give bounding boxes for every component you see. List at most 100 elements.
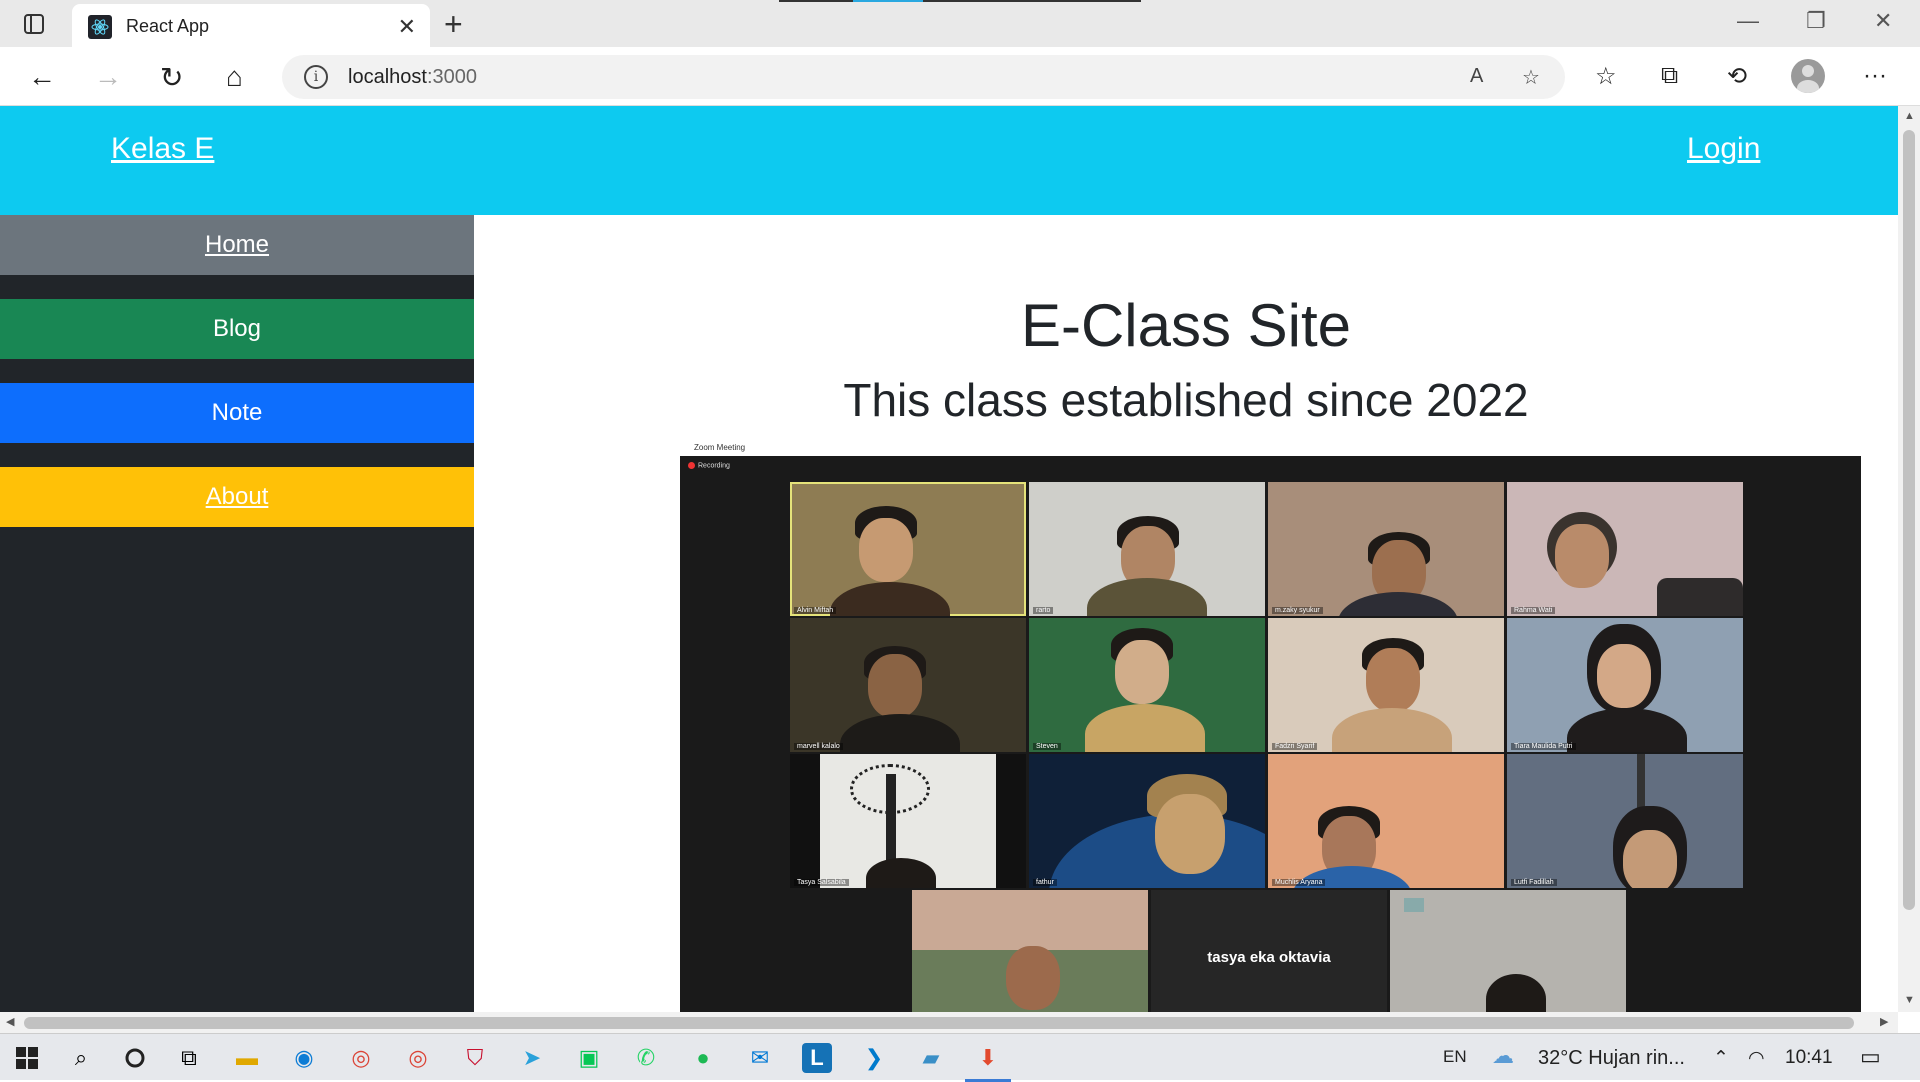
scroll-up-icon[interactable]: ▲ bbox=[1904, 110, 1915, 122]
refresh-icon[interactable]: ↻ bbox=[160, 61, 183, 94]
participant-tile: Steven bbox=[1029, 618, 1265, 752]
telegram-icon[interactable]: ➤ bbox=[517, 1043, 547, 1073]
whatsapp-icon[interactable]: ✆ bbox=[631, 1043, 661, 1073]
lens-app-icon[interactable]: L bbox=[802, 1043, 832, 1073]
url-host: localhost bbox=[348, 66, 427, 88]
participant-name: Alvin Miftah bbox=[794, 607, 837, 614]
file-explorer-icon[interactable]: ▬ bbox=[232, 1043, 262, 1073]
favorites-icon[interactable]: ☆ bbox=[1595, 62, 1617, 91]
notepad-icon[interactable]: ▰ bbox=[916, 1043, 946, 1073]
sidebar-item-about[interactable]: About bbox=[0, 467, 474, 527]
weather-text[interactable]: 32°C Hujan rin... bbox=[1538, 1047, 1685, 1070]
horizontal-scroll-thumb[interactable] bbox=[24, 1017, 1854, 1029]
react-devtools-icon[interactable]: ⬇ bbox=[965, 1043, 1011, 1082]
scroll-left-icon[interactable]: ◀ bbox=[6, 1015, 14, 1028]
participant-name: marvell kalalo bbox=[794, 743, 843, 750]
chrome-icon[interactable]: ◎ bbox=[346, 1043, 376, 1073]
profile-avatar[interactable] bbox=[1791, 59, 1825, 93]
minimize-icon[interactable]: — bbox=[1737, 8, 1759, 34]
loading-indicator bbox=[779, 0, 853, 2]
participant-name: Fadzri Syarif bbox=[1272, 743, 1318, 750]
participant-tile: Alvin Miftah bbox=[790, 482, 1026, 616]
cortana-icon[interactable] bbox=[120, 1043, 150, 1073]
close-tab-icon[interactable]: ✕ bbox=[398, 14, 416, 40]
tab-actions-icon[interactable] bbox=[22, 12, 46, 36]
forward-icon[interactable]: → bbox=[94, 61, 122, 93]
notification-icon[interactable]: ▭ bbox=[1860, 1044, 1881, 1070]
participant-tile bbox=[912, 890, 1148, 1012]
clock-time[interactable]: 10:41 bbox=[1785, 1047, 1833, 1069]
browser-tab-bar: React App ✕ + — ❐ ✕ bbox=[0, 0, 1920, 47]
zoom-screenshot-image: Zoom Meeting Recording Alvin Miftah rart… bbox=[680, 440, 1861, 1012]
page-title: E-Class Site bbox=[1020, 292, 1352, 359]
brand-link[interactable]: Kelas E bbox=[111, 132, 214, 166]
participant-name: Steven bbox=[1033, 743, 1061, 750]
chevron-up-icon[interactable]: ⌃ bbox=[1713, 1047, 1729, 1070]
page-viewport: Kelas E Login Home Blog Note About E-Cla… bbox=[0, 106, 1898, 1012]
participant-name: Tiara Maulida Putri bbox=[1511, 743, 1576, 750]
participant-tile: Muchlis Aryana bbox=[1268, 754, 1504, 888]
participant-name: Lutfi Fadillah bbox=[1511, 879, 1557, 886]
ie-mode-icon[interactable]: ⟲ bbox=[1727, 62, 1747, 91]
participant-tile: marvell kalalo bbox=[790, 618, 1026, 752]
mcafee-icon[interactable]: ⛉ bbox=[460, 1043, 490, 1073]
vertical-scroll-thumb[interactable] bbox=[1903, 130, 1915, 910]
sidebar-item-home[interactable]: Home bbox=[0, 215, 474, 275]
collections-icon[interactable]: ⧉ bbox=[1661, 62, 1678, 90]
browser-tab-active[interactable]: React App ✕ bbox=[72, 4, 430, 47]
restore-icon[interactable]: ❐ bbox=[1806, 8, 1826, 34]
participant-name: Rahma Wati bbox=[1511, 607, 1556, 614]
edge-icon[interactable]: ◉ bbox=[289, 1043, 319, 1073]
scroll-right-icon[interactable]: ▶ bbox=[1880, 1015, 1888, 1028]
wifi-icon[interactable]: ◠ bbox=[1748, 1047, 1765, 1070]
windows-taskbar: ⌕ ⧉ ▬ ◉ ◎ ◎ ⛉ ➤ ▣ ✆ ● ✉ L ❯ ▰ ⬇ EN ☁ 32°… bbox=[0, 1033, 1920, 1082]
recording-indicator: Recording bbox=[688, 462, 730, 469]
site-info-icon[interactable]: i bbox=[304, 65, 328, 89]
recording-text: Recording bbox=[698, 462, 730, 470]
spotify-icon[interactable]: ● bbox=[688, 1043, 718, 1073]
zoom-window-title: Zoom Meeting bbox=[680, 440, 1861, 456]
horizontal-scrollbar[interactable]: ◀ ▶ bbox=[0, 1012, 1898, 1033]
weather-cloud-icon: ☁ bbox=[1492, 1043, 1514, 1068]
scroll-down-icon[interactable]: ▼ bbox=[1904, 994, 1915, 1006]
url-bar[interactable]: i localhost:3000 A ☆ bbox=[282, 55, 1565, 99]
vscode-icon[interactable]: ❯ bbox=[859, 1043, 889, 1073]
participant-name: m.zaky syukur bbox=[1272, 607, 1323, 614]
home-icon[interactable]: ⌂ bbox=[226, 61, 243, 93]
participant-tile-no-video: tasya eka oktavia bbox=[1151, 890, 1387, 1012]
participant-name: Tasya Salsabila bbox=[794, 879, 849, 886]
sidebar-item-blog[interactable]: Blog bbox=[0, 299, 474, 359]
close-window-icon[interactable]: ✕ bbox=[1874, 8, 1892, 34]
participant-tile: Tiara Maulida Putri bbox=[1507, 618, 1743, 752]
add-favorite-icon[interactable]: ☆ bbox=[1522, 65, 1540, 90]
participant-tile: Lutfi Fadillah bbox=[1507, 754, 1743, 888]
mail-icon[interactable]: ✉ bbox=[745, 1043, 775, 1073]
participant-name: fathur bbox=[1033, 879, 1057, 886]
more-menu-icon[interactable]: ··· bbox=[1863, 62, 1887, 90]
loading-indicator-tail bbox=[923, 0, 1141, 2]
url-text[interactable]: localhost:3000 bbox=[348, 66, 477, 89]
loading-indicator-active bbox=[853, 0, 923, 2]
chrome-profile-icon[interactable]: ◎ bbox=[403, 1043, 433, 1073]
task-view-icon[interactable]: ⧉ bbox=[174, 1043, 204, 1073]
input-language[interactable]: EN bbox=[1443, 1047, 1467, 1067]
back-icon[interactable]: ← bbox=[28, 61, 56, 93]
vertical-scrollbar[interactable]: ▲ ▼ bbox=[1898, 106, 1920, 1012]
new-tab-button[interactable]: + bbox=[444, 6, 463, 43]
login-link[interactable]: Login bbox=[1687, 132, 1760, 166]
line-icon[interactable]: ▣ bbox=[574, 1043, 604, 1073]
participant-tile: Fadzri Syarif bbox=[1268, 618, 1504, 752]
tab-title: React App bbox=[126, 16, 210, 36]
read-aloud-icon[interactable]: A bbox=[1470, 65, 1483, 88]
windows-start-icon[interactable] bbox=[12, 1043, 42, 1073]
react-logo-icon bbox=[88, 15, 112, 39]
sidebar-item-note[interactable]: Note bbox=[0, 383, 474, 443]
top-navbar: Kelas E Login bbox=[0, 106, 1898, 215]
participant-tile: m.zaky syukur bbox=[1268, 482, 1504, 616]
url-port: :3000 bbox=[426, 66, 477, 88]
participant-tile: rarto bbox=[1029, 482, 1265, 616]
page-subtitle: This class established since 2022 bbox=[843, 374, 1529, 426]
participant-tile: Tasya Salsabila bbox=[790, 754, 1026, 888]
main-content: E-Class Site This class established sinc… bbox=[474, 215, 1898, 1012]
search-icon[interactable]: ⌕ bbox=[66, 1043, 96, 1073]
